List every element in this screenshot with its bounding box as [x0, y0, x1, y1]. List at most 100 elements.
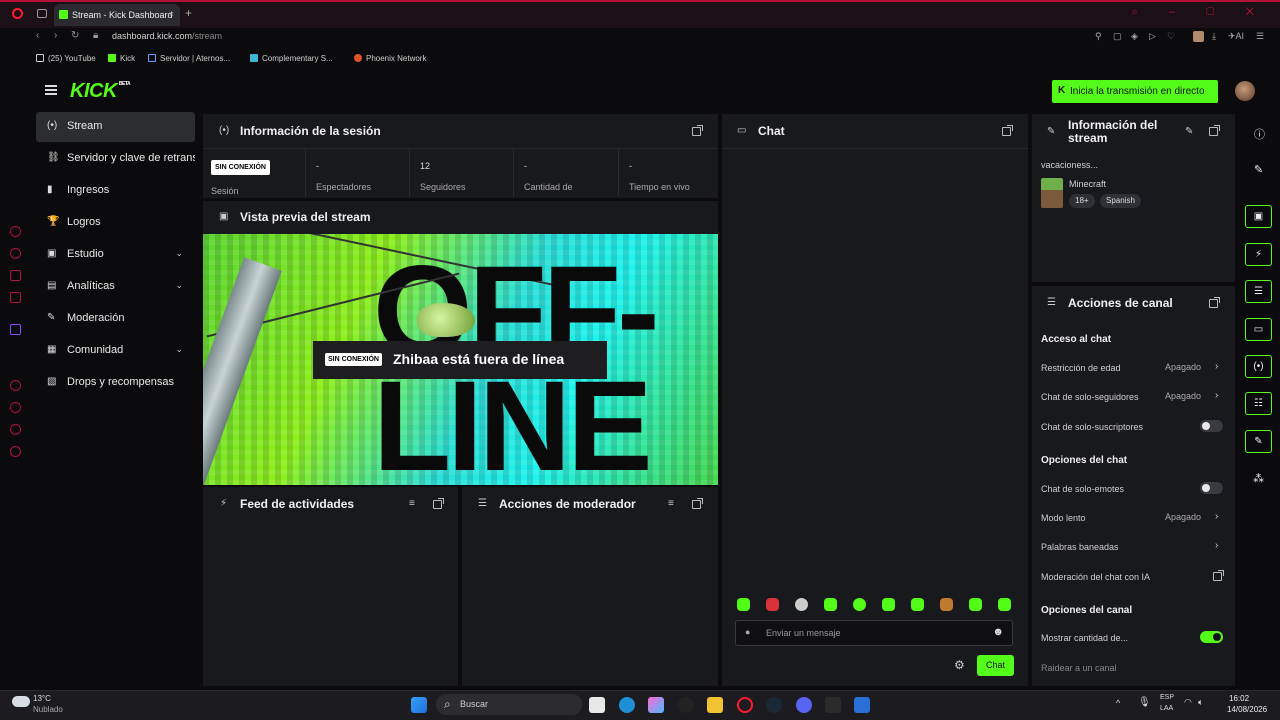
- minecraft-thumbnail[interactable]: [1041, 178, 1063, 208]
- kick-logo[interactable]: KICK BETA: [70, 80, 131, 103]
- chevron-down-icon[interactable]: ⌄: [175, 344, 183, 355]
- aria-ai-button[interactable]: ✈AI: [1228, 31, 1244, 42]
- widget-activity-button[interactable]: ⚡︎: [1245, 243, 1272, 266]
- bookmark-phoenix[interactable]: Phoenix Network: [354, 54, 426, 63]
- chevron-right-icon[interactable]: ›: [1215, 540, 1218, 551]
- popout-icon[interactable]: [1209, 297, 1220, 308]
- tab-overview-icon[interactable]: [37, 9, 47, 18]
- show-count-toggle[interactable]: [1200, 631, 1223, 643]
- edit-icon[interactable]: ✎: [1185, 126, 1193, 137]
- go-live-button[interactable]: Inicia la transmisión en directo: [1052, 80, 1218, 103]
- sidebar-item-drops[interactable]: ▧ Drops y recompensas: [36, 368, 195, 398]
- clock-date[interactable]: 14/08/2026: [1227, 705, 1267, 714]
- sidebar-twitch-icon[interactable]: [10, 324, 21, 335]
- widget-broadcast-button[interactable]: (•): [1245, 355, 1272, 378]
- widget-chat-button[interactable]: ▭: [1245, 318, 1272, 341]
- menu-icon[interactable]: ☰: [1256, 31, 1264, 42]
- popout-icon[interactable]: [692, 125, 703, 136]
- popout-icon[interactable]: [692, 498, 703, 509]
- steam-icon[interactable]: [766, 697, 782, 713]
- filter-icon[interactable]: ≡: [409, 498, 415, 509]
- epic-games-icon[interactable]: [825, 697, 841, 713]
- chevron-right-icon[interactable]: ›: [1215, 511, 1218, 522]
- sidebar-downloads-icon[interactable]: [10, 424, 21, 435]
- task-view-icon[interactable]: [589, 697, 605, 713]
- opera-icon[interactable]: [737, 697, 753, 713]
- store-icon[interactable]: [854, 697, 870, 713]
- followers-only-label[interactable]: Chat de solo-seguidores: [1041, 392, 1139, 402]
- widget-list-button[interactable]: ☰: [1245, 280, 1272, 303]
- back-icon[interactable]: ‹: [36, 30, 39, 41]
- reload-icon[interactable]: ↻: [71, 30, 79, 41]
- hamburger-menu-icon[interactable]: [45, 85, 57, 95]
- chevron-right-icon[interactable]: ›: [1215, 390, 1218, 401]
- url-field[interactable]: dashboard.kick.com/stream: [112, 31, 222, 41]
- bookmark-complementary[interactable]: Complementary S...: [250, 54, 333, 63]
- chat-send-button[interactable]: Chat: [977, 655, 1014, 676]
- slow-mode-label[interactable]: Modo lento: [1041, 513, 1086, 523]
- emote-9[interactable]: [969, 598, 982, 611]
- new-tab-button[interactable]: +: [185, 6, 192, 20]
- sidebar-mail-icon[interactable]: [10, 292, 21, 303]
- badge-icon[interactable]: ●: [745, 627, 750, 637]
- slow-mode-value[interactable]: Apagado: [1165, 512, 1201, 522]
- widget-preview-button[interactable]: ▣: [1245, 205, 1272, 228]
- external-link-icon[interactable]: [1213, 570, 1224, 581]
- sidebar-item-ingresos[interactable]: ▮ Ingresos: [36, 176, 195, 206]
- emote-3[interactable]: [795, 598, 808, 611]
- sidebar-settings-icon[interactable]: [10, 446, 21, 457]
- gear-icon[interactable]: ⚙: [954, 658, 965, 672]
- sidebar-player-icon[interactable]: [10, 380, 21, 391]
- info-icon[interactable]: ⓘ: [1254, 126, 1265, 142]
- emoji-icon[interactable]: ☻: [992, 626, 1004, 638]
- age-restriction-label[interactable]: Restricción de edad: [1041, 363, 1121, 373]
- popout-icon[interactable]: [1209, 125, 1220, 136]
- ai-moderation-label[interactable]: Moderación del chat con IA: [1041, 572, 1150, 582]
- chevron-right-icon[interactable]: ›: [1215, 361, 1218, 372]
- sidebar-ai-icon[interactable]: [10, 226, 21, 237]
- shield-icon[interactable]: ◈: [1131, 31, 1138, 42]
- sidebar-item-logros[interactable]: 🏆 Logros: [36, 208, 195, 238]
- sidebar-item-moderación[interactable]: ✎ Moderación: [36, 304, 195, 334]
- chevron-down-icon[interactable]: ⌄: [175, 248, 183, 259]
- language-top[interactable]: ESP: [1160, 694, 1174, 701]
- discord-icon[interactable]: [796, 697, 812, 713]
- avatar[interactable]: [1235, 81, 1255, 101]
- pin-icon[interactable]: ⚲: [1095, 31, 1102, 42]
- emote-4[interactable]: [824, 598, 837, 611]
- category-name[interactable]: Minecraft: [1069, 179, 1106, 189]
- emote-10[interactable]: [998, 598, 1011, 611]
- sidebar-item-stream[interactable]: (•) Stream: [36, 112, 195, 142]
- widget-channel-actions-button[interactable]: ☷: [1245, 392, 1272, 415]
- emote-1[interactable]: [737, 598, 750, 611]
- sidebar-item-analíticas[interactable]: ▤ Analíticas ⌄: [36, 272, 195, 302]
- github-icon[interactable]: [678, 697, 694, 713]
- emote-7[interactable]: [911, 598, 924, 611]
- volume-icon[interactable]: 🔈︎: [1198, 697, 1203, 708]
- bookmark-youtube[interactable]: (25) YouTube: [36, 54, 96, 63]
- sidebar-history-icon[interactable]: [10, 402, 21, 413]
- microphone-icon[interactable]: 🎙︎: [1138, 697, 1151, 708]
- emotes-only-toggle[interactable]: [1200, 482, 1223, 494]
- sidebar-item-comunidad[interactable]: ▦ Comunidad ⌄: [36, 336, 195, 366]
- edit-icon[interactable]: ✎: [1254, 163, 1263, 176]
- popout-icon[interactable]: [433, 498, 444, 509]
- emote-5[interactable]: [853, 598, 866, 611]
- emote-6[interactable]: [882, 598, 895, 611]
- popout-icon[interactable]: [1002, 125, 1013, 136]
- windows-start-icon[interactable]: [411, 697, 427, 713]
- opera-logo-icon[interactable]: [12, 8, 23, 19]
- browser-tab-kick-dashboard[interactable]: Stream - Kick Dashboard ×: [54, 4, 180, 26]
- clock-time[interactable]: 16:02: [1229, 694, 1249, 703]
- followers-only-value[interactable]: Apagado: [1165, 391, 1201, 401]
- player-icon[interactable]: ▷: [1149, 31, 1156, 42]
- sidebar-item-estudio[interactable]: ▣ Estudio ⌄: [36, 240, 195, 270]
- banned-words-label[interactable]: Palabras baneadas: [1041, 542, 1119, 552]
- forward-icon[interactable]: ›: [54, 30, 57, 41]
- filter-icon[interactable]: ≡: [668, 498, 674, 509]
- language-bottom[interactable]: LAA: [1160, 705, 1173, 712]
- download-icon[interactable]: ⤓: [1212, 31, 1216, 42]
- sidebar-item-servidor[interactable]: ⛓ Servidor y clave de retransmisión: [36, 144, 195, 174]
- sidebar-app-icon[interactable]: [10, 248, 21, 259]
- bookmark-aternos[interactable]: Servidor | Aternos...: [148, 54, 230, 63]
